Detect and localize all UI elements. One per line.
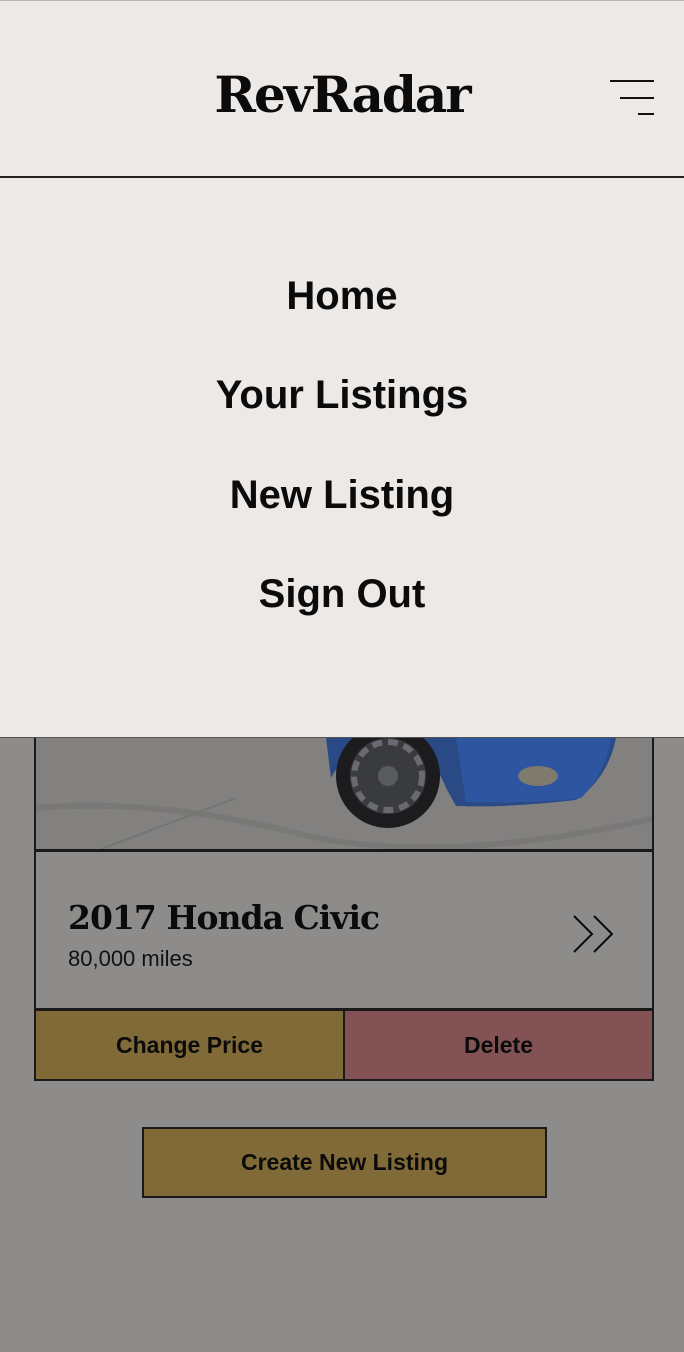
menu-item-home[interactable]: Home: [0, 271, 684, 321]
menu-item-your-listings[interactable]: Your Listings: [0, 370, 684, 420]
delete-button[interactable]: Delete: [343, 1009, 654, 1081]
listing-photo[interactable]: [34, 738, 654, 851]
listing-mileage: 80,000 miles: [68, 946, 193, 971]
menu-item-new-listing[interactable]: New Listing: [0, 470, 684, 520]
hamburger-menu-icon[interactable]: [604, 73, 660, 123]
app-logo[interactable]: RevRadar: [0, 65, 684, 125]
listing-title: 2017 Honda Civic: [68, 898, 380, 937]
nav-menu: Home Your Listings New Listing Sign Out: [0, 176, 684, 738]
double-chevron-right-icon[interactable]: [570, 912, 618, 956]
menu-item-sign-out[interactable]: Sign Out: [0, 569, 684, 619]
change-price-button[interactable]: Change Price: [34, 1009, 345, 1081]
car-photo-image: [36, 738, 652, 849]
create-new-listing-button[interactable]: Create New Listing: [142, 1127, 547, 1198]
listing-card[interactable]: 2017 Honda Civic 80,000 miles: [34, 850, 654, 1010]
app-header: RevRadar: [0, 0, 684, 176]
